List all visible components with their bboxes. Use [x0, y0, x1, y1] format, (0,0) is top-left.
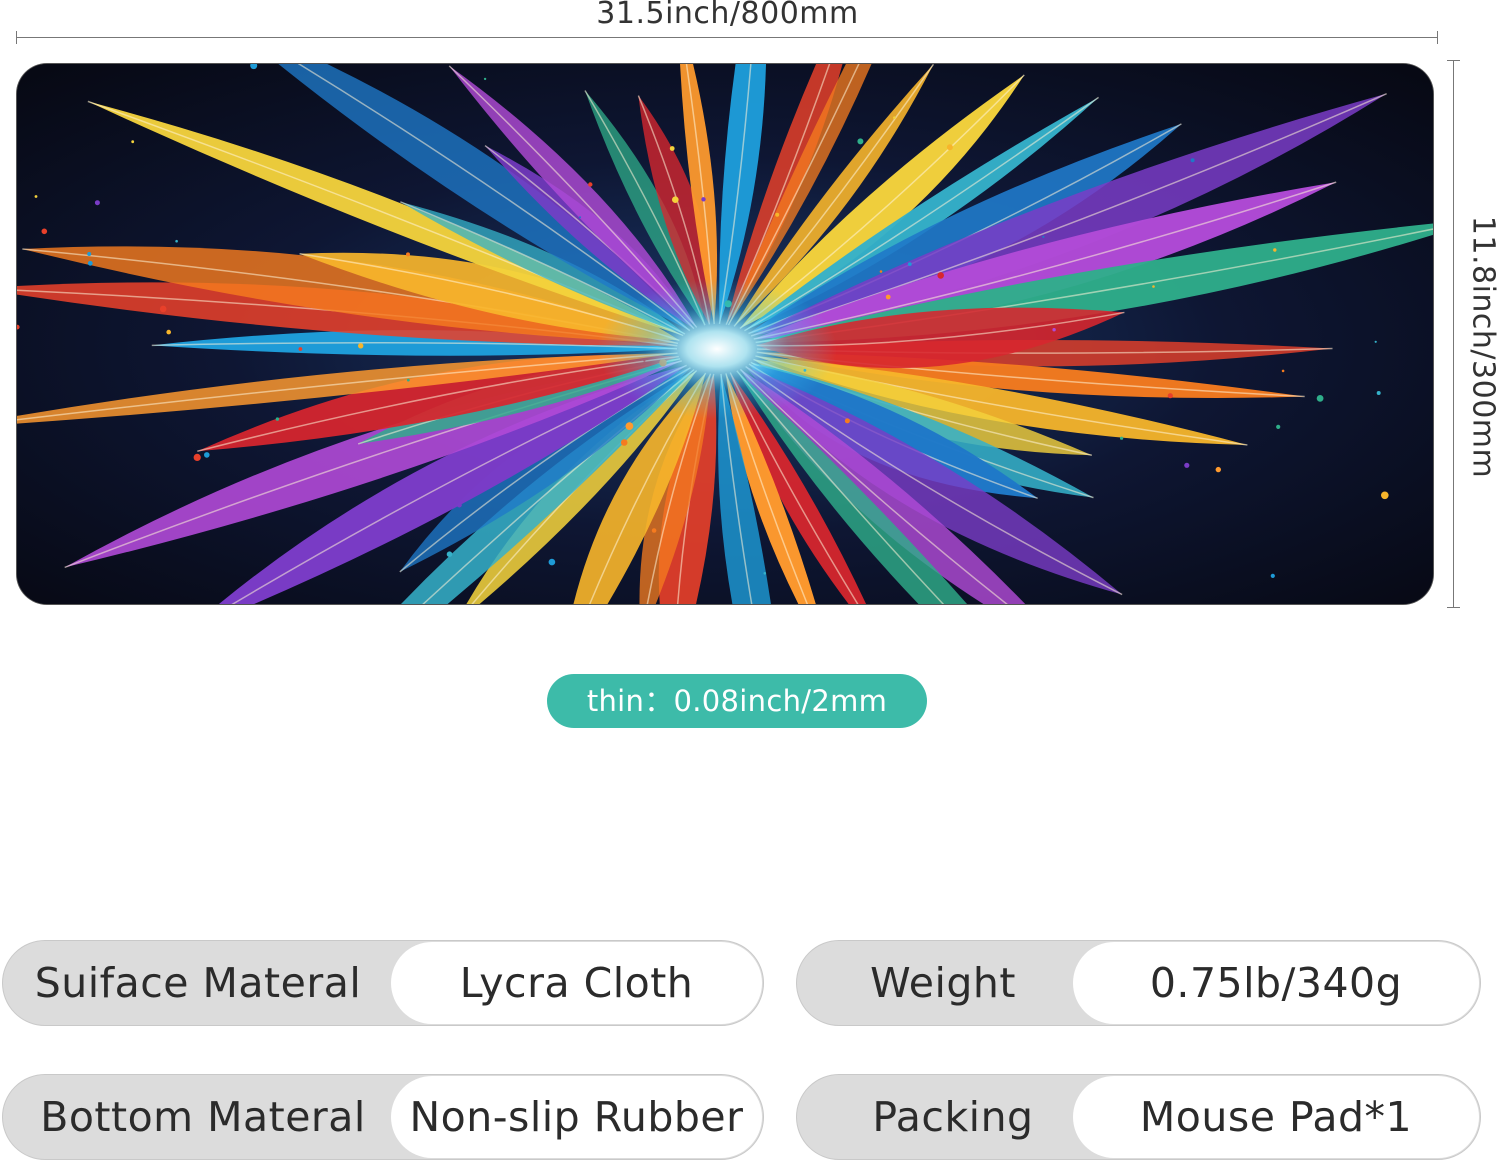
paint-speck — [159, 305, 167, 313]
height-dimension-label: 11.8inch/300mm — [1465, 215, 1500, 479]
paint-speck — [763, 572, 767, 575]
paint-speck — [1374, 340, 1377, 343]
paint-speck — [1381, 491, 1389, 500]
paint-speck — [1052, 328, 1056, 332]
paint-speck — [1167, 393, 1173, 399]
spec-value: 0.75lb/340g — [1073, 942, 1479, 1024]
paint-speck — [1316, 395, 1324, 402]
spec-surface-material: Suiface Materal Lycra Cloth — [2, 940, 764, 1026]
width-dimension-line — [16, 31, 1438, 44]
paint-speck — [446, 551, 453, 557]
spec-packing: Packing Mouse Pad*1 — [796, 1074, 1481, 1160]
width-dimension-label: 31.5inch/800mm — [596, 0, 859, 31]
paint-speck — [588, 182, 593, 187]
paint-speck — [669, 146, 675, 151]
spec-value: Lycra Cloth — [391, 942, 762, 1024]
paint-speck — [1042, 235, 1045, 238]
paint-speck — [620, 439, 628, 446]
paint-speck — [87, 260, 93, 266]
paint-speck — [775, 212, 780, 217]
spec-weight: Weight 0.75lb/340g — [796, 940, 1481, 1026]
paint-speck — [672, 196, 679, 203]
paint-speck — [1270, 573, 1275, 578]
spec-label: Packing — [872, 1093, 1034, 1141]
spec-value: Non-slip Rubber — [391, 1076, 762, 1158]
paint-speck — [893, 116, 896, 119]
paint-speck — [857, 138, 864, 145]
paint-speck — [1276, 424, 1281, 429]
paint-speck — [651, 528, 657, 533]
paint-speck — [483, 77, 487, 81]
paint-speck — [406, 252, 410, 257]
paint-speck — [457, 502, 462, 508]
feather-artwork-icon — [17, 64, 1433, 604]
paint-speck — [94, 200, 100, 206]
paint-speck — [1215, 466, 1222, 473]
spec-bottom-material: Bottom Materal Non-slip Rubber — [2, 1074, 764, 1160]
paint-speck — [175, 239, 178, 243]
spec-value: Mouse Pad*1 — [1073, 1076, 1479, 1158]
height-dimension-line — [1447, 60, 1460, 608]
product-detail-page: 31.5inch/800mm 11.8inch/300mm thin：0.08i… — [0, 0, 1500, 1165]
paint-speck — [625, 422, 634, 430]
paint-speck — [879, 270, 883, 273]
paint-speck — [1281, 369, 1285, 373]
spec-label: Weight — [870, 959, 1016, 1007]
paint-speck — [701, 197, 706, 202]
spec-label: Bottom Materal — [40, 1093, 366, 1141]
paint-speck — [946, 144, 953, 151]
paint-speck — [1152, 285, 1155, 288]
mousepad-image — [17, 64, 1433, 604]
paint-speck — [907, 262, 912, 266]
paint-speck — [579, 216, 581, 219]
paint-speck — [41, 228, 48, 235]
paint-speck — [885, 294, 891, 300]
paint-speck — [1120, 436, 1124, 440]
paint-speck — [193, 453, 201, 461]
paint-speck — [406, 378, 410, 382]
paint-speck — [1184, 462, 1190, 468]
paint-speck — [358, 343, 364, 349]
paint-speck — [1273, 248, 1277, 252]
paint-speck — [166, 329, 171, 335]
paint-speck — [87, 252, 92, 256]
paint-speck — [548, 558, 556, 566]
paint-speck — [34, 195, 38, 198]
paint-speck — [275, 417, 280, 421]
paint-speck — [298, 347, 303, 351]
paint-speck — [937, 272, 944, 279]
thickness-badge: thin：0.08inch/2mm — [547, 674, 927, 728]
paint-speck — [844, 418, 850, 424]
paint-speck — [1376, 391, 1381, 395]
paint-speck — [204, 452, 210, 458]
paint-speck — [131, 140, 135, 144]
spec-label: Suiface Materal — [34, 959, 362, 1007]
paint-speck — [1190, 158, 1195, 163]
